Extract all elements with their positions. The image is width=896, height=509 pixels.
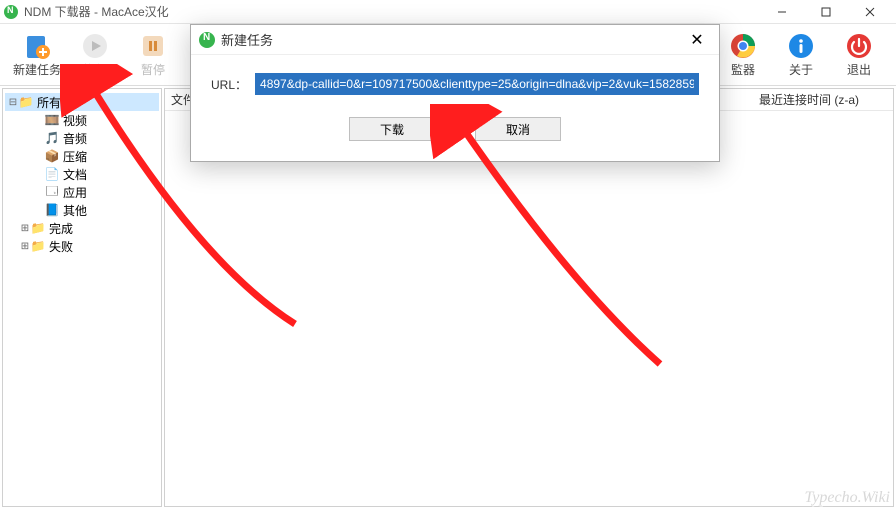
watermark: Typecho.Wiki — [805, 489, 890, 507]
download-button[interactable]: 下载 — [349, 117, 435, 141]
window-title: NDM 下载器 - MacAce汉化 — [24, 3, 169, 20]
app-icon — [4, 5, 18, 19]
dialog-titlebar: 新建任务 ✕ — [191, 25, 719, 55]
dialog-icon — [199, 32, 215, 48]
dialog-title: 新建任务 — [221, 30, 273, 49]
dialog-close-button[interactable]: ✕ — [683, 26, 711, 54]
close-button[interactable] — [848, 0, 892, 24]
url-input[interactable] — [255, 73, 699, 95]
maximize-button[interactable] — [804, 0, 848, 24]
url-label: URL： — [211, 76, 247, 93]
new-task-dialog: 新建任务 ✕ URL： 下载 取消 — [190, 24, 720, 162]
cancel-button[interactable]: 取消 — [475, 117, 561, 141]
minimize-button[interactable] — [760, 0, 804, 24]
titlebar: NDM 下载器 - MacAce汉化 — [0, 0, 896, 24]
overlay: 新建任务 ✕ URL： 下载 取消 — [0, 24, 896, 509]
